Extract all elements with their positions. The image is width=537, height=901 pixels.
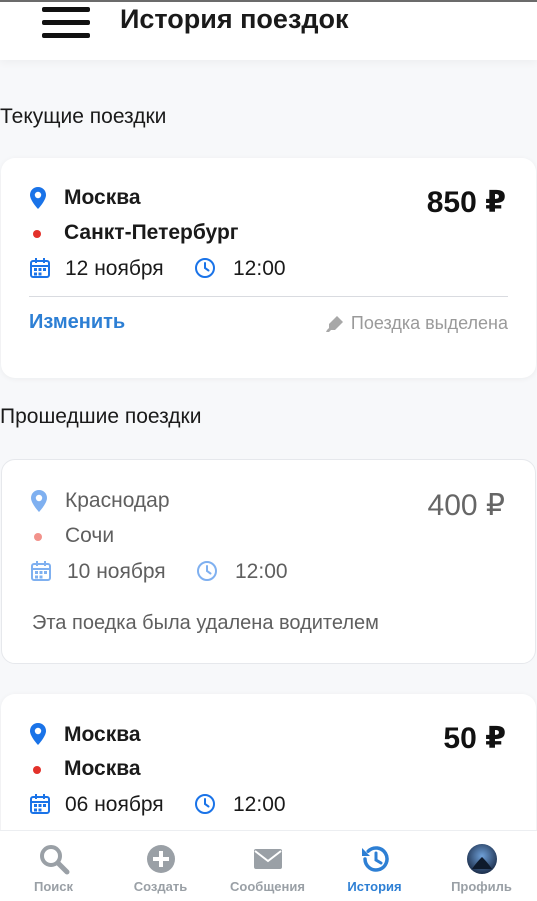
destination-dot-icon bbox=[34, 533, 42, 541]
trip-price: 50 ₽ bbox=[443, 722, 506, 755]
nav-label: Сообщения bbox=[230, 879, 305, 894]
calendar-icon bbox=[30, 258, 50, 278]
trip-time: 12:00 bbox=[235, 560, 288, 583]
status-line bbox=[0, 0, 537, 2]
trip-date: 12 ноября bbox=[65, 257, 164, 280]
trip-price: 400 ₽ bbox=[427, 489, 505, 522]
trip-date: 10 ноября bbox=[67, 560, 166, 583]
avatar-icon bbox=[466, 844, 497, 874]
nav-label: Профиль bbox=[451, 879, 512, 894]
app-header: История поездок bbox=[0, 0, 537, 60]
nav-label: Создать bbox=[133, 879, 188, 894]
menu-button[interactable] bbox=[42, 5, 92, 39]
trip-destination: Санкт-Петербург bbox=[64, 221, 239, 244]
bottom-navigation: Поиск Создать Сообщения История Профиль bbox=[0, 830, 537, 901]
destination-dot-icon bbox=[33, 766, 41, 774]
menu-bar bbox=[42, 33, 90, 38]
clock-icon bbox=[197, 561, 217, 581]
calendar-icon bbox=[30, 794, 50, 814]
nav-label: Поиск bbox=[33, 879, 73, 894]
trip-time: 12:00 bbox=[233, 257, 286, 280]
trip-origin: Краснодар bbox=[65, 489, 170, 512]
section-title-current: Текущие поездки bbox=[0, 105, 167, 128]
trip-price: 850 ₽ bbox=[426, 186, 506, 219]
card-divider bbox=[29, 296, 508, 297]
page-title: История поездок bbox=[120, 4, 349, 34]
nav-history[interactable]: История bbox=[321, 831, 428, 901]
search-icon bbox=[39, 845, 69, 875]
nav-create[interactable]: Создать bbox=[107, 831, 214, 901]
menu-bar bbox=[42, 20, 90, 25]
past-trip-card[interactable]: Краснодар 400 ₽ Сочи 10 ноября 12:00 Эта… bbox=[1, 459, 536, 664]
location-pin-icon bbox=[30, 723, 46, 745]
menu-bar bbox=[42, 7, 90, 12]
section-title-past: Прошедшие поездки bbox=[0, 405, 202, 428]
nav-messages[interactable]: Сообщения bbox=[214, 831, 321, 901]
trip-date: 06 ноября bbox=[65, 793, 164, 816]
trip-origin: Москва bbox=[64, 723, 141, 746]
trip-destination: Москва bbox=[64, 757, 141, 780]
history-icon bbox=[361, 846, 389, 872]
trip-deleted-note: Эта поедка была удалена водителем bbox=[32, 612, 379, 634]
location-pin-icon bbox=[31, 490, 47, 512]
nav-profile[interactable]: Профиль bbox=[428, 831, 535, 901]
current-trip-card[interactable]: Москва 850 ₽ Санкт-Петербург 12 ноября 1… bbox=[1, 158, 536, 378]
trip-status: Поездка выделена bbox=[325, 313, 508, 334]
trip-time: 12:00 bbox=[233, 793, 286, 816]
trip-status-label: Поездка выделена bbox=[350, 313, 508, 333]
trip-destination: Сочи bbox=[65, 524, 115, 547]
nav-search[interactable]: Поиск bbox=[0, 831, 107, 901]
nav-label: История bbox=[347, 879, 402, 894]
envelope-icon bbox=[253, 849, 282, 869]
clock-icon bbox=[195, 258, 215, 278]
calendar-icon bbox=[31, 561, 51, 581]
clock-icon bbox=[195, 794, 215, 814]
location-pin-icon bbox=[30, 187, 46, 209]
edit-trip-button[interactable]: Изменить bbox=[29, 311, 125, 334]
destination-dot-icon bbox=[33, 230, 41, 238]
trip-origin: Москва bbox=[64, 186, 141, 209]
highlighter-icon bbox=[325, 315, 343, 332]
plus-circle-icon bbox=[146, 845, 175, 873]
